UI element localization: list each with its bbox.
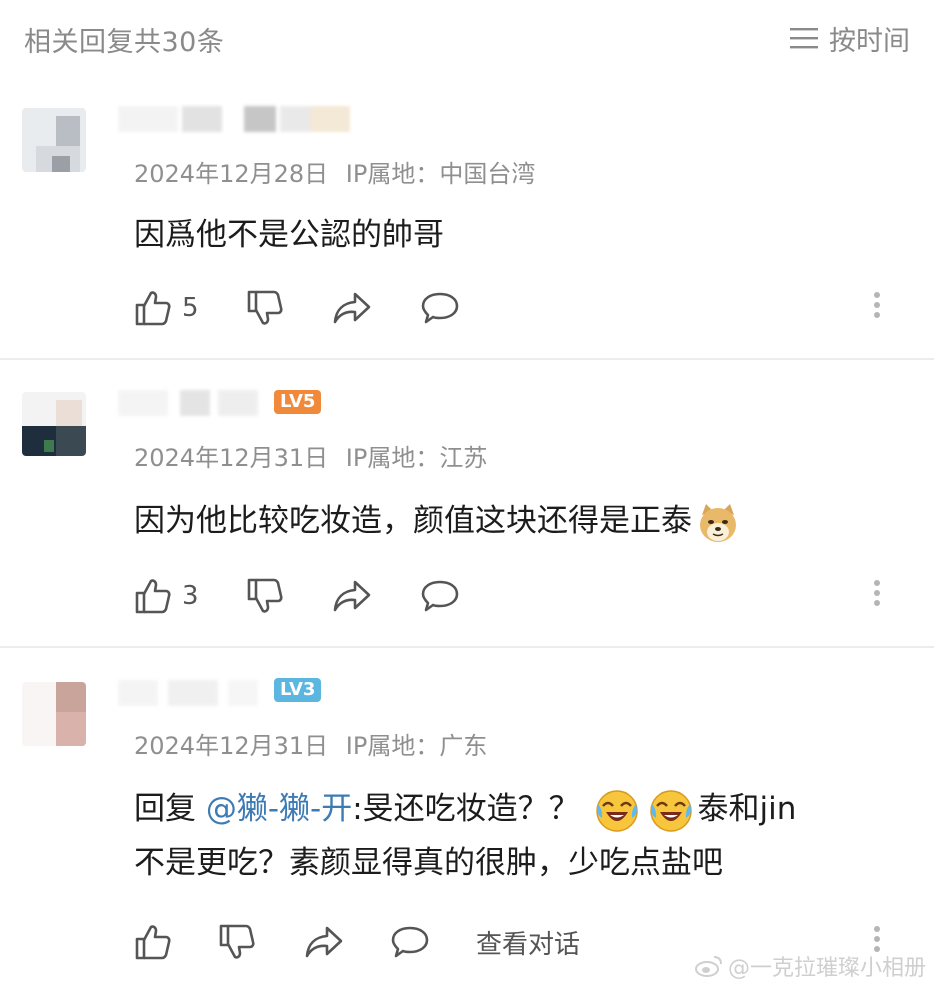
comment-actions: 5 [134,286,914,330]
comment-text-part2: 泰和jin [697,791,797,827]
doge-emoji [700,503,736,542]
level-badge: LV5 [274,390,322,414]
watermark-text: @一克拉璀璨小相册 [727,956,926,981]
thumbs-up-icon [135,291,171,326]
weibo-logo-icon [694,956,722,977]
comment-date: 2024年12月31日 [134,444,329,472]
like-count: 3 [182,581,199,611]
view-conversation-link[interactable]: 查看对话 [476,924,580,961]
reply-prefix: 回复 [134,791,196,827]
laugh-cry-emoji [649,789,692,832]
comment-meta: 2024年12月31日 IP属地：江苏 [134,438,487,473]
username-blurred[interactable] [118,386,268,420]
sort-by-time-button[interactable]: 按时间 [789,18,910,58]
ip-location: IP属地：中国台湾 [345,160,536,188]
share-arrow-icon [305,926,343,958]
more-options-button[interactable] [870,576,884,616]
comment-button[interactable] [420,290,480,326]
comment-text: 因爲他不是公認的帥哥 [134,217,444,253]
comment-actions: 3 [134,574,914,618]
mention-link[interactable]: @獭-獭-开 [206,791,352,827]
replies-header: 相关回复共30条 按时间 [0,0,934,76]
comment-button[interactable] [390,924,476,960]
laugh-cry-emoji [595,789,638,832]
like-button[interactable] [134,923,218,961]
share-arrow-icon [333,292,371,324]
level-badge: LV3 [274,678,322,702]
comment-date: 2024年12月31日 [134,732,329,760]
ip-location: IP属地：广东 [345,732,488,760]
comment-meta: 2024年12月31日 IP属地：广东 [134,726,487,761]
menu-lines-icon [790,28,818,49]
share-button[interactable] [304,924,390,960]
like-count: 5 [182,293,199,323]
divider [0,646,934,648]
comment-button[interactable] [420,578,480,614]
dislike-button[interactable] [246,577,332,615]
comment-text: 回复 @獭-獭-开:旻还吃妆造？？ 泰和jin 不是更吃？素颜显得真的很肿，少吃… [134,782,904,890]
speech-bubble-icon [391,926,429,958]
thumbs-down-icon [247,578,283,613]
like-button[interactable]: 5 [134,289,246,327]
comment-meta: 2024年12月28日 IP属地：中国台湾 [134,154,535,189]
share-arrow-icon [333,580,371,612]
dislike-button[interactable] [246,289,332,327]
comment-text-body: 因为他比较吃妆造，颜值这块还得是正泰 [134,503,692,539]
avatar[interactable] [22,682,86,746]
thumbs-down-icon [247,290,283,325]
username-blurred[interactable] [118,102,358,136]
dislike-button[interactable] [218,923,304,961]
ip-location: IP属地：江苏 [345,444,488,472]
more-options-button[interactable] [870,288,884,328]
comment-text-part1: :旻还吃妆造？？ [352,791,580,827]
comment-text-line2: 不是更吃？素颜显得真的很肿，少吃点盐吧 [134,845,723,881]
thumbs-up-icon [135,925,171,960]
avatar[interactable] [22,108,86,172]
comment-text: 因为他比较吃妆造，颜值这块还得是正泰 [134,494,904,548]
divider [0,358,934,360]
replies-count-title: 相关回复共30条 [24,27,225,58]
thumbs-down-icon [219,924,255,959]
like-button[interactable]: 3 [134,577,246,615]
thumbs-up-icon [135,579,171,614]
sort-label: 按时间 [829,25,910,57]
share-button[interactable] [332,578,420,614]
weibo-watermark: @一克拉璀璨小相册 [694,950,926,982]
share-button[interactable] [332,290,420,326]
speech-bubble-icon [421,292,459,324]
username-blurred[interactable] [118,676,268,710]
speech-bubble-icon [421,580,459,612]
comment-date: 2024年12月28日 [134,160,329,188]
avatar[interactable] [22,392,86,456]
